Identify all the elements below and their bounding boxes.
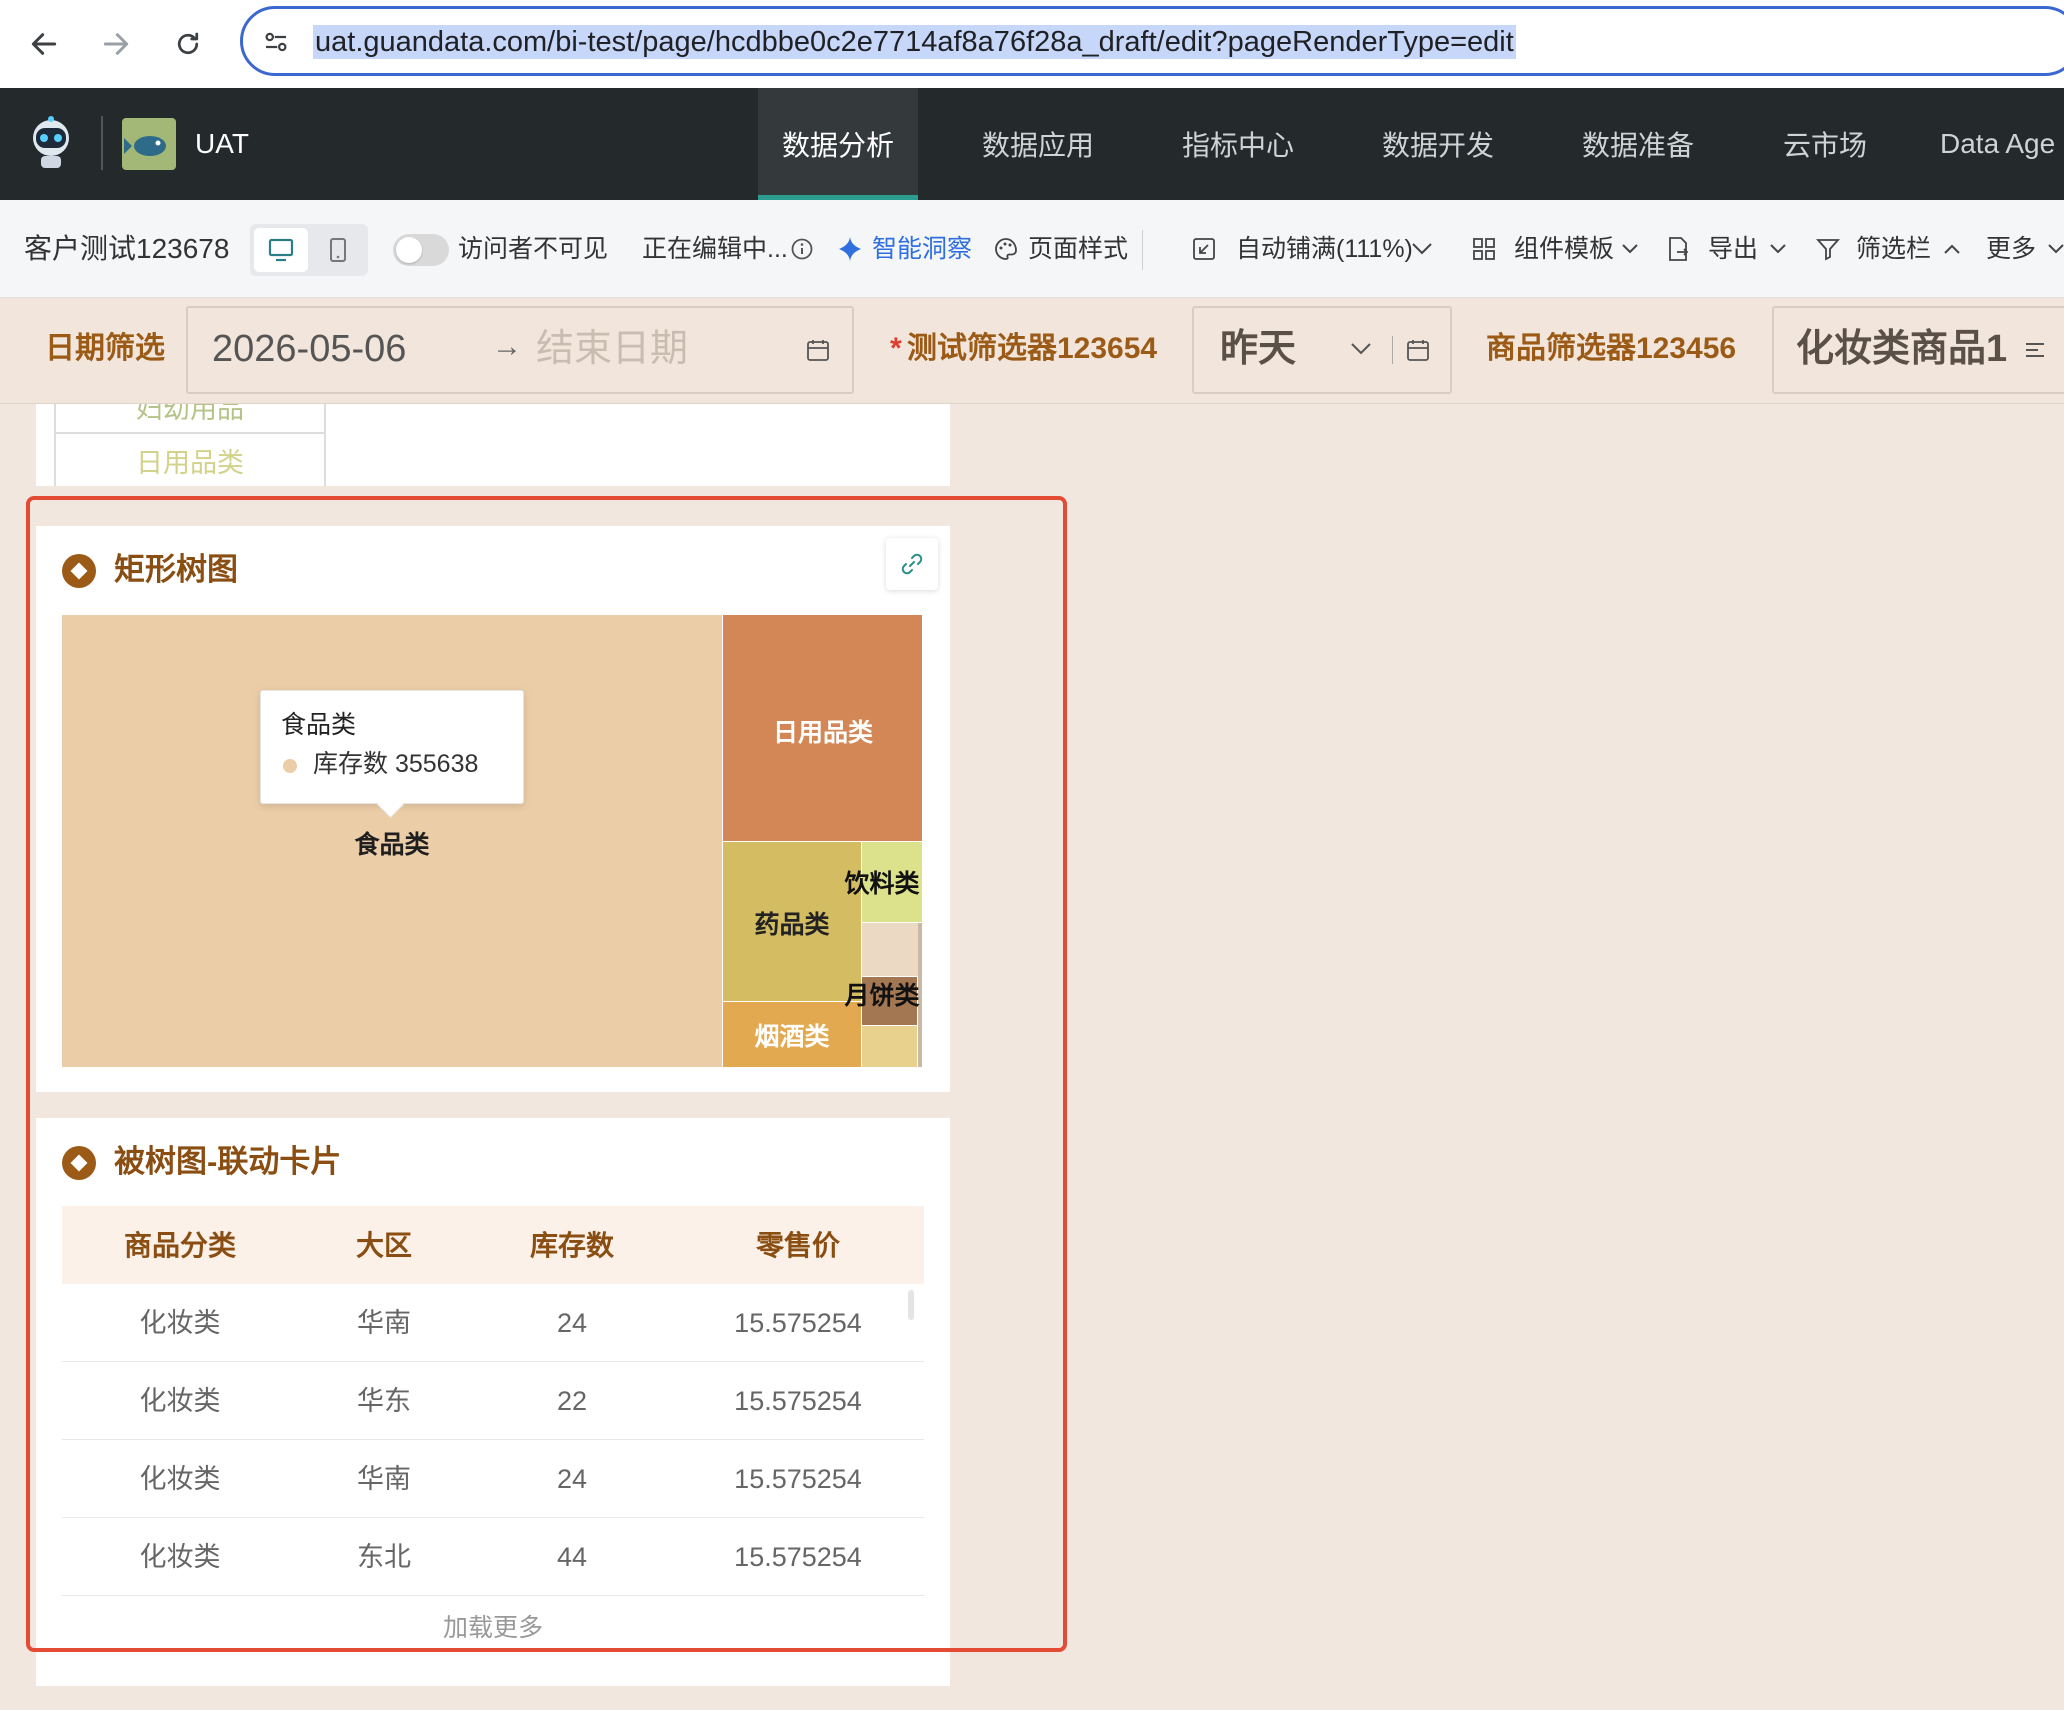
test-filter-value[interactable]: 昨天 [1220,324,1296,374]
header-divider [101,116,103,170]
nav-data-analysis[interactable]: 数据分析 [758,88,918,200]
auto-fit-dropdown[interactable]: 自动铺满(111%) [1236,230,1413,268]
chevron-down-icon [1614,233,1646,265]
chevron-down-icon [1406,233,1438,265]
nav-data-development[interactable]: 数据开发 [1358,88,1518,200]
test-filter-select[interactable]: 昨天 [1192,306,1452,394]
site-settings-icon [265,32,287,52]
end-date-placeholder[interactable]: 结束日期 [536,324,688,374]
editing-status: 正在编辑中... [642,235,788,263]
page-style-button[interactable]: 页面样式 [1028,230,1128,268]
test-filter-label: 测试筛选器123654 [907,332,1158,365]
calendar-icon [807,340,829,361]
chevron-down-icon [2040,233,2064,265]
range-arrow-icon: → [492,330,522,363]
previous-row-label: 日用品类 [136,448,244,478]
workspace-logo[interactable] [122,118,176,170]
product-filter-select[interactable]: 化妆类商品1 [1772,306,2064,394]
chevron-up-icon [1936,233,1968,265]
visibility-label: 访问者不可见 [458,235,609,263]
start-date[interactable]: 2026-05-06 [212,324,406,374]
url-text[interactable]: uat.guandata.com/bi-test/page/hcdbbe0c2e… [313,25,1516,59]
nav-data-preparation[interactable]: 数据准备 [1558,88,1718,200]
previous-table-column: 妇幼用品 日用品类 [54,404,326,486]
filter-icon [1812,233,1844,265]
filter-bar: 日期筛选 2026-05-06 → 结束日期 * 测试筛选器123654 昨天 … [0,298,2064,404]
export-dropdown[interactable]: 导出 [1708,230,1758,268]
reload-icon [177,32,199,55]
previous-table-row: 妇幼用品 [56,404,324,434]
info-icon[interactable] [786,233,818,265]
previous-card: 妇幼用品 日用品类 [36,404,950,486]
list-icon [2026,343,2044,357]
date-range-picker[interactable]: 2026-05-06 → 结束日期 [186,306,854,394]
page-title[interactable]: 客户测试123678 [24,230,229,268]
nav-metric-center[interactable]: 指标中心 [1158,88,1318,200]
smart-insight-button[interactable]: 智能洞察 [872,230,972,268]
component-template-dropdown[interactable]: 组件模板 [1514,230,1614,268]
calendar-icon [1407,340,1429,361]
nav-data-agent[interactable]: Data Age [1940,88,2064,200]
desktop-view-button[interactable] [254,228,308,272]
more-dropdown[interactable]: 更多 [1986,230,2036,268]
component-template-icon [1468,233,1500,265]
device-switch [250,224,368,276]
selection-highlight [26,496,1067,1652]
chevron-down-icon [1351,343,1371,355]
visitor-visibility-toggle[interactable] [393,234,449,266]
product-filter-value[interactable]: 化妆类商品1 [1796,324,2007,374]
reload-button[interactable] [160,16,216,72]
chevron-down-icon [1762,233,1794,265]
filter-bar-dropdown[interactable]: 筛选栏 [1856,230,1931,268]
arrow-left-icon [31,33,57,55]
sparkle-icon [834,233,866,265]
product-filter-label: 商品筛选器123456 [1486,332,1737,365]
robot-assistant-icon[interactable] [22,114,80,172]
fish-logo-icon [124,136,166,156]
app-header: UAT 数据分析 数据应用 指标中心 数据开发 数据准备 云市场 Data Ag… [0,88,2064,200]
nav-cloud-market[interactable]: 云市场 [1750,88,1900,200]
fit-screen-icon [1188,233,1220,265]
address-bar[interactable]: uat.guandata.com/bi-test/page/hcdbbe0c2e… [240,6,2064,76]
forward-button[interactable] [88,16,144,72]
back-button[interactable] [16,16,72,72]
export-icon [1662,233,1694,265]
date-filter-label: 日期筛选 [45,332,165,365]
arrow-right-icon [103,33,129,55]
mobile-view-button[interactable] [312,228,364,272]
palette-icon [990,233,1022,265]
phone-icon [330,238,346,262]
toolbar-divider [1142,230,1143,270]
nav-data-application[interactable]: 数据应用 [958,88,1118,200]
monitor-icon [268,238,294,262]
app-name: UAT [195,128,249,159]
editor-toolbar: 客户测试123678 访问者不可见 正在编辑中... 智能洞察 页面样式 自动铺… [0,200,2064,298]
required-mark: * [890,332,902,365]
previous-row-label: 妇幼用品 [136,404,244,424]
browser-toolbar: uat.guandata.com/bi-test/page/hcdbbe0c2e… [0,0,2064,88]
select-divider [1392,336,1393,364]
